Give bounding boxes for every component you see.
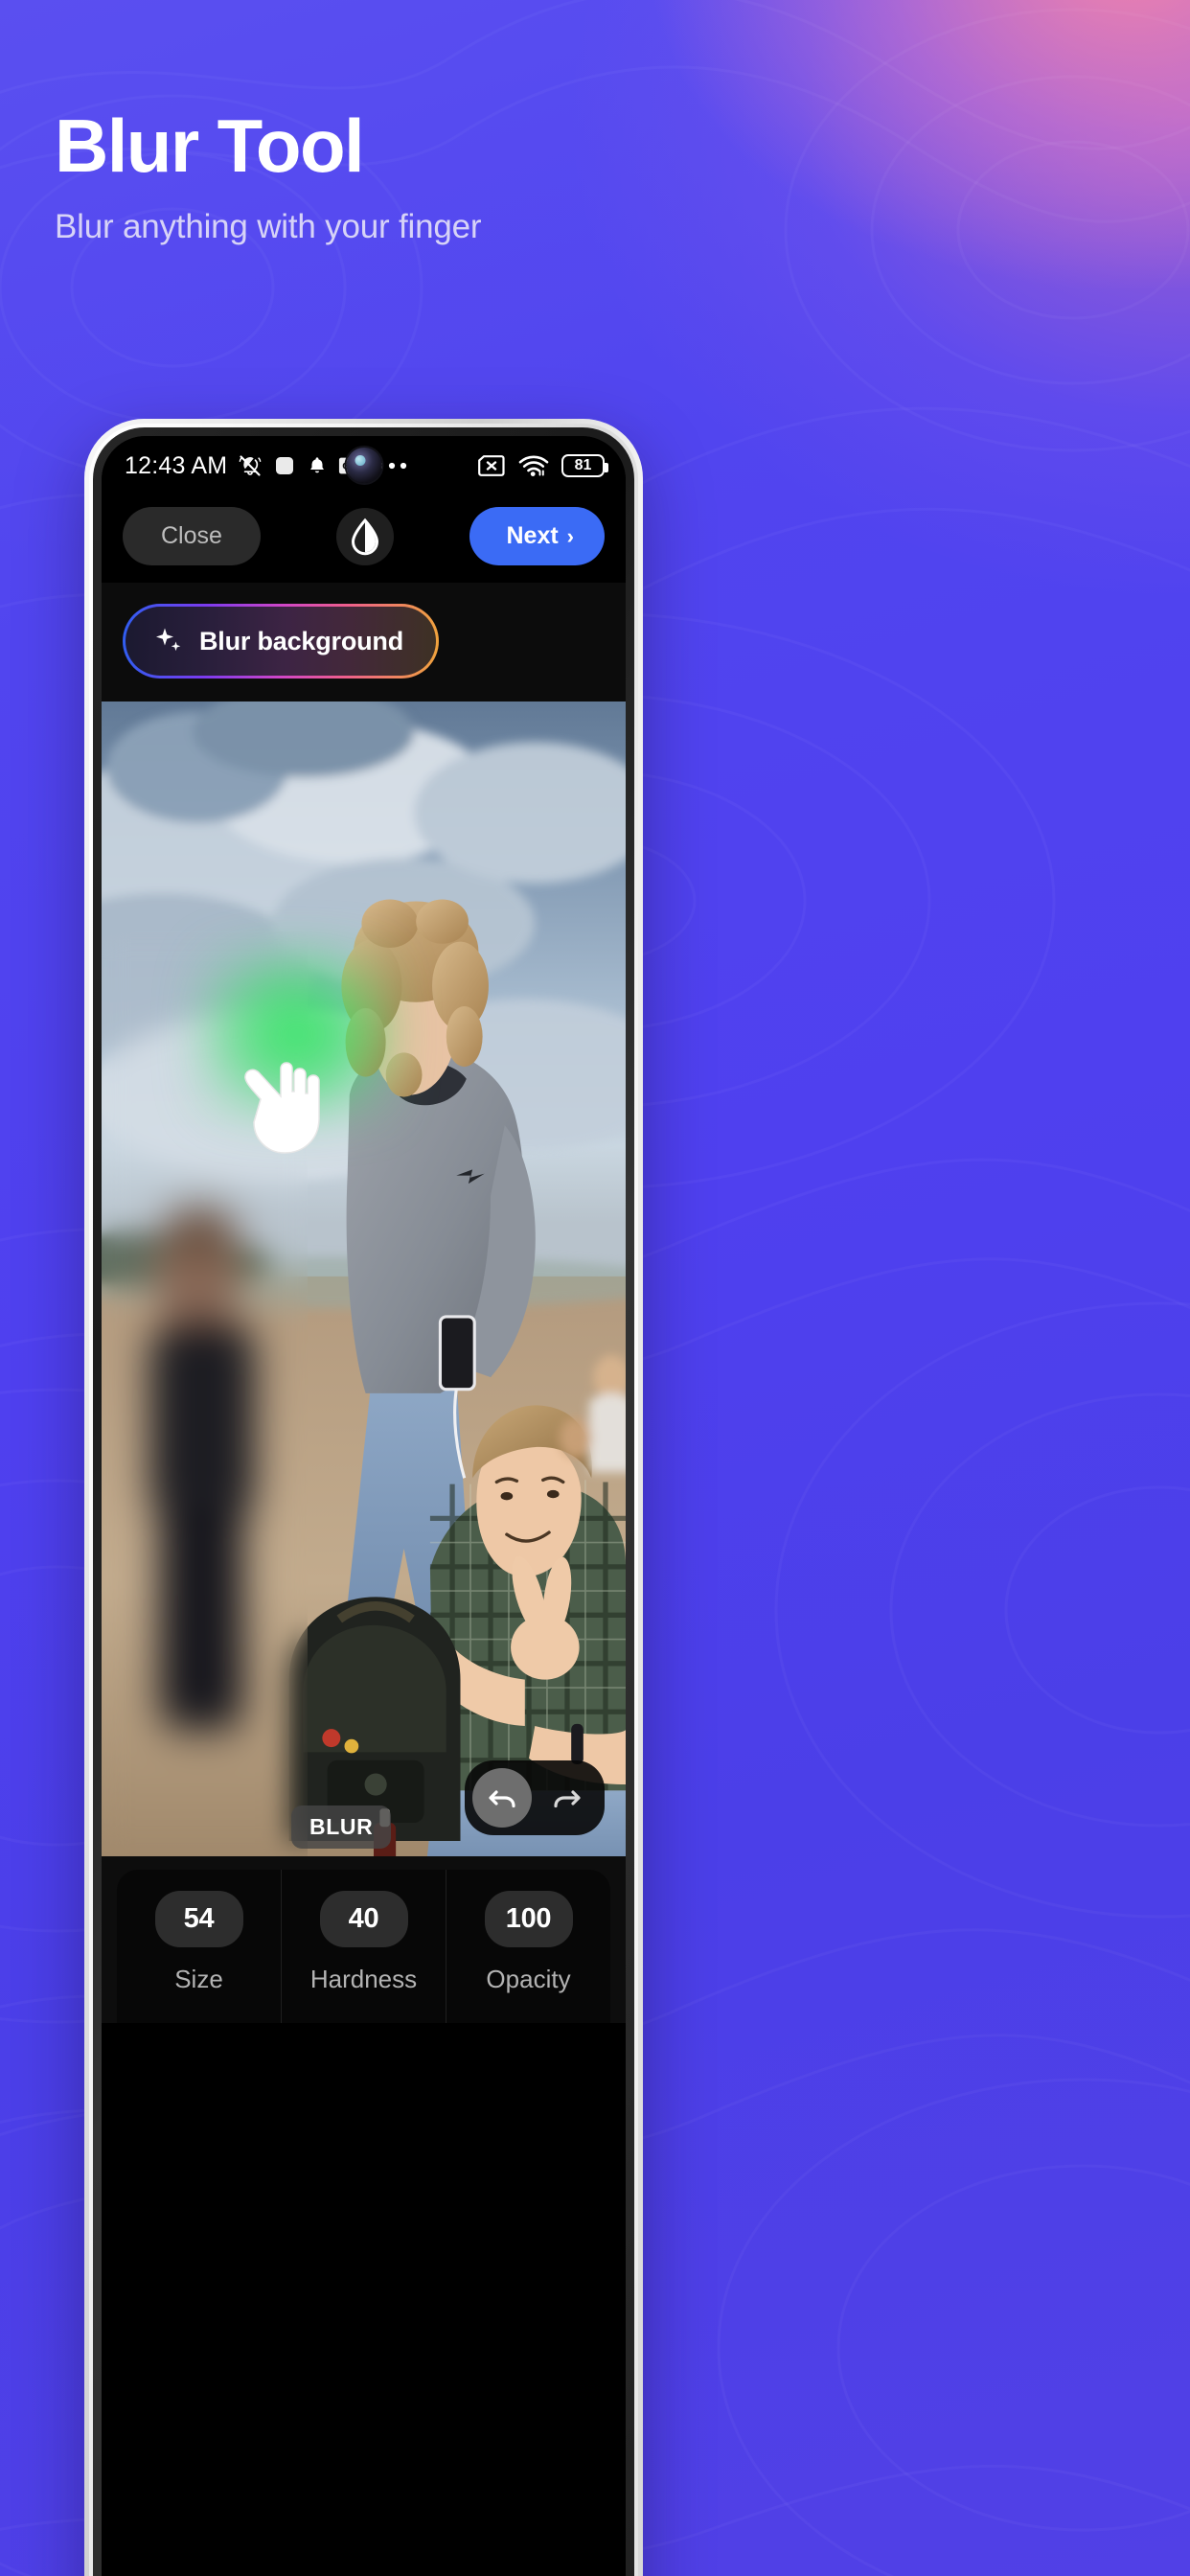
contrast-drop-icon xyxy=(352,518,379,555)
phone-bezel-inner: 12:43 AM 81 Close Next › Blur background… xyxy=(93,427,634,2576)
opacity-label: Opacity xyxy=(486,1965,571,1993)
mode-badge: BLUR xyxy=(291,1806,392,1849)
redo-icon xyxy=(554,1790,581,1808)
blur-background-button[interactable]: Blur background xyxy=(123,604,440,678)
status-bar-right: 81 xyxy=(477,454,608,477)
alarm-muted-icon xyxy=(239,455,262,476)
brush-controls: 54 Size 40 Hardness 100 Opacity xyxy=(117,1870,610,2023)
contrast-drop-button[interactable] xyxy=(336,507,395,565)
size-control[interactable]: 54 Size xyxy=(117,1870,281,2023)
undo-button[interactable] xyxy=(472,1768,532,1828)
blur-background-label: Blur background xyxy=(199,626,404,656)
notification-bell-icon xyxy=(310,457,325,473)
next-button-label: Next xyxy=(506,522,559,549)
blur-background-inner: Blur background xyxy=(126,607,437,676)
size-value: 54 xyxy=(154,1891,243,1947)
page-title: Blur Tool xyxy=(55,104,365,188)
phone-screen: 12:43 AM 81 Close Next › Blur background… xyxy=(102,436,626,2576)
app-square-icon xyxy=(276,457,294,474)
hardness-control[interactable]: 40 Hardness xyxy=(281,1870,446,2023)
battery-percent: 81 xyxy=(574,457,592,473)
pointing-hand-icon xyxy=(244,1062,320,1154)
undo-redo-group xyxy=(465,1760,605,1835)
no-sim-icon xyxy=(478,455,505,476)
hardness-value: 40 xyxy=(319,1891,408,1947)
next-button[interactable]: Next › xyxy=(469,507,605,565)
undo-icon xyxy=(489,1790,515,1808)
editor-toolbar: Close Next › xyxy=(123,507,605,565)
status-bar: 12:43 AM 81 xyxy=(102,436,626,495)
opacity-value: 100 xyxy=(484,1891,573,1947)
camera-punch-hole xyxy=(346,448,381,483)
sparkles-icon xyxy=(156,628,181,652)
phone-bezel-outer: 12:43 AM 81 Close Next › Blur background… xyxy=(89,424,638,2576)
page-subtitle: Blur anything with your finger xyxy=(55,208,482,245)
editor-toolbar-area: Close Next › xyxy=(102,495,626,583)
close-button[interactable]: Close xyxy=(123,507,261,565)
chevron-right-icon: › xyxy=(566,523,574,548)
ai-banner-row: Blur background xyxy=(102,583,626,702)
brush-controls-area: 54 Size 40 Hardness 100 Opacity xyxy=(102,1856,626,2023)
photo-canvas[interactable]: BLUR xyxy=(102,702,626,1856)
redo-button[interactable] xyxy=(538,1768,597,1828)
battery-indicator: 81 xyxy=(561,454,608,477)
wifi-icon xyxy=(518,455,549,476)
status-time: 12:43 AM xyxy=(125,451,228,479)
size-label: Size xyxy=(174,1965,223,1993)
opacity-control[interactable]: 100 Opacity xyxy=(446,1870,610,2023)
phone-mockup: 12:43 AM 81 Close Next › Blur background… xyxy=(84,419,643,2576)
hardness-label: Hardness xyxy=(309,1965,418,1993)
